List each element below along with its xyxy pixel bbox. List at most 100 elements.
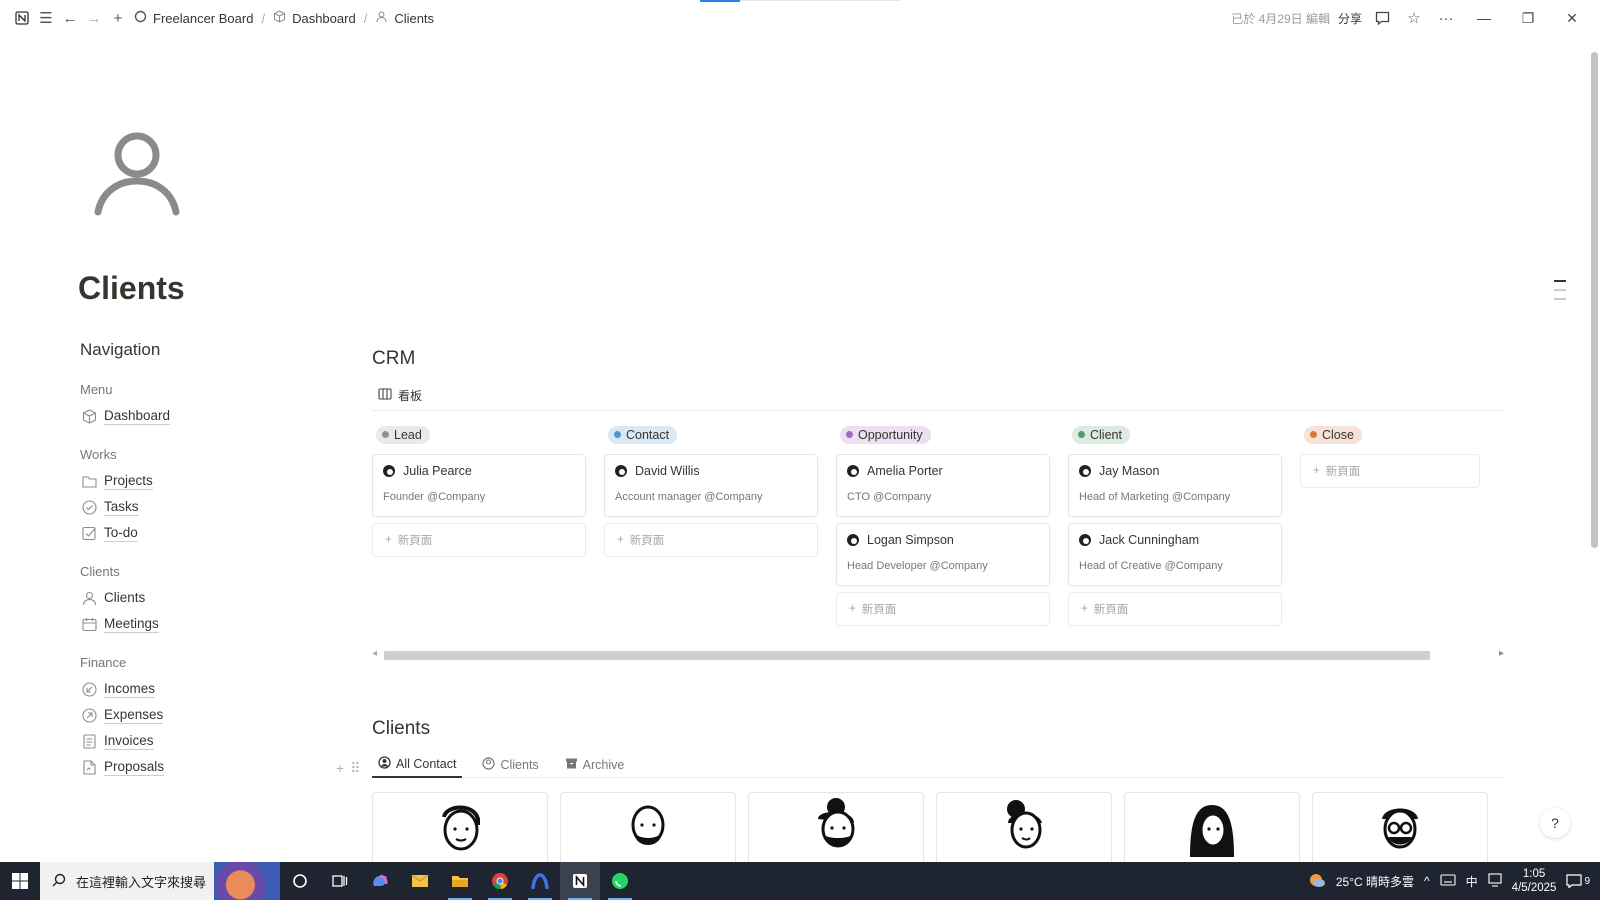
loading-track	[740, 0, 900, 1]
breadcrumb-separator: /	[363, 10, 368, 26]
nav-item-proposals[interactable]: Proposals	[80, 754, 300, 780]
task-view-icon[interactable]	[320, 862, 360, 900]
client-card[interactable]: Jack Cunningham Head of Creative @Compan…	[1068, 522, 1282, 586]
menu-icon[interactable]: ☰	[34, 6, 58, 30]
avatar	[383, 464, 395, 477]
column-opportunity: Opportunity Amelia Porter CTO @Company L…	[836, 425, 1050, 626]
nav-item-meetings[interactable]: Meetings	[80, 611, 300, 637]
client-card[interactable]: Jay Mason Head of Marketing @Company	[1068, 453, 1282, 517]
clock-time: 1:05	[1522, 868, 1546, 880]
board-view-tab[interactable]: 看板	[372, 386, 1506, 404]
board-horizontal-scrollbar[interactable]: ◂ ▸	[372, 648, 1506, 662]
weather-text[interactable]: 25°C 晴時多雲	[1336, 873, 1414, 890]
status-tag-lead[interactable]: Lead	[376, 425, 430, 444]
status-tag-close[interactable]: Close	[1304, 425, 1362, 444]
minimize-icon[interactable]: —	[1466, 10, 1502, 26]
nav-item-incomes[interactable]: Incomes	[80, 676, 300, 702]
notion-logo-icon[interactable]	[10, 6, 34, 30]
back-arrow-icon[interactable]: ←	[58, 6, 82, 30]
crm-title[interactable]: CRM	[372, 348, 1506, 370]
weather-icon[interactable]	[1308, 872, 1326, 891]
folder-icon	[80, 472, 98, 490]
tab-clients[interactable]: Clients	[476, 752, 544, 778]
drag-handle-icon[interactable]: ⠿	[350, 760, 360, 777]
clients-db-title[interactable]: Clients	[372, 718, 1506, 740]
last-edited-text: 已於 4月29日 編輯	[1231, 11, 1330, 26]
page-person-icon[interactable]	[92, 130, 182, 220]
top-bar: ☰ ← → + Freelancer Board / Dashboard / C…	[0, 0, 1600, 36]
avatar-illustration	[1007, 800, 1042, 849]
forward-arrow-icon[interactable]: →	[82, 6, 106, 30]
scrollbar-thumb[interactable]	[1591, 52, 1598, 548]
new-page-button[interactable]: + 新頁面	[1068, 591, 1282, 626]
copilot-icon[interactable]	[360, 862, 400, 900]
breadcrumb-dashboard[interactable]: Dashboard	[292, 11, 356, 26]
whatsapp-icon[interactable]	[600, 862, 640, 900]
comment-icon[interactable]	[1370, 6, 1394, 30]
windows-start-icon[interactable]	[0, 862, 40, 900]
scroll-right-icon[interactable]: ▸	[1499, 648, 1504, 659]
status-tag-client[interactable]: Client	[1072, 425, 1130, 444]
nav-item-tasks[interactable]: Tasks	[80, 494, 300, 520]
tab-archive[interactable]: Archive	[559, 752, 631, 778]
avatar-illustration	[1190, 805, 1234, 857]
restore-icon[interactable]: ❐	[1510, 10, 1546, 27]
table-of-contents[interactable]	[1554, 280, 1566, 300]
page-title[interactable]: Clients	[78, 270, 185, 307]
add-block-icon[interactable]: +	[336, 760, 344, 777]
scroll-left-icon[interactable]: ◂	[372, 648, 377, 659]
new-page-button[interactable]: + 新頁面	[604, 522, 818, 557]
nav-item-invoices[interactable]: Invoices	[80, 728, 300, 754]
new-page-button[interactable]: + 新頁面	[1300, 453, 1480, 488]
nav-item-projects[interactable]: Projects	[80, 468, 300, 494]
client-card[interactable]: David Willis Account manager @Company	[604, 453, 818, 517]
ime-indicator[interactable]: 中	[1466, 873, 1478, 890]
star-icon[interactable]: ☆	[1402, 6, 1426, 30]
nav-item-expenses[interactable]: Expenses	[80, 702, 300, 728]
new-page-button[interactable]: + 新頁面	[372, 522, 586, 557]
notion-app-icon[interactable]	[560, 862, 600, 900]
chevron-up-icon[interactable]: ^	[1424, 874, 1430, 888]
breadcrumb-clients[interactable]: Clients	[394, 11, 434, 26]
keyboard-icon[interactable]	[1440, 873, 1456, 889]
breadcrumb: Freelancer Board / Dashboard / Clients	[130, 10, 438, 26]
mail-app-icon[interactable]	[400, 862, 440, 900]
close-icon[interactable]: ✕	[1554, 10, 1590, 27]
nav-item-clients[interactable]: Clients	[80, 585, 300, 611]
plus-icon: +	[617, 533, 624, 546]
file-explorer-icon[interactable]	[440, 862, 480, 900]
taskbar-clock[interactable]: 1:05 4/5/2025	[1512, 867, 1557, 895]
client-card[interactable]: Logan Simpson Head Developer @Company	[836, 522, 1050, 586]
navigation-panel: Navigation Menu Dashboard Works Projects…	[80, 340, 300, 780]
new-page-button[interactable]: + 新頁面	[836, 591, 1050, 626]
column-lead: Lead Julia Pearce Founder @Company + 新頁面	[372, 425, 586, 626]
arc-browser-icon[interactable]	[520, 862, 560, 900]
archive-icon	[565, 757, 578, 773]
help-button[interactable]: ?	[1540, 808, 1570, 838]
client-card[interactable]: Amelia Porter CTO @Company	[836, 453, 1050, 517]
share-button[interactable]: 分享	[1338, 10, 1362, 27]
nav-item-dashboard[interactable]: Dashboard	[80, 403, 300, 429]
person-circle-icon	[482, 757, 496, 773]
avatar	[847, 533, 859, 546]
clock-date: 4/5/2025	[1511, 882, 1557, 894]
notification-icon[interactable]: 9	[1566, 874, 1590, 888]
column-client: Client Jay Mason Head of Marketing @Comp…	[1068, 425, 1282, 626]
person-icon	[375, 10, 388, 26]
tab-all-contact[interactable]: All Contact	[372, 752, 463, 778]
scrollbar-thumb[interactable]	[384, 650, 1430, 660]
breadcrumb-freelancer-board[interactable]: Freelancer Board	[153, 11, 253, 26]
status-tag-opportunity[interactable]: Opportunity	[840, 425, 931, 444]
more-icon[interactable]: ···	[1434, 6, 1458, 30]
chrome-icon[interactable]	[480, 862, 520, 900]
taskbar-search-input[interactable]: 在這裡輸入文字來搜尋	[40, 862, 280, 900]
client-card[interactable]: Julia Pearce Founder @Company	[372, 453, 586, 517]
cortana-icon[interactable]	[280, 862, 320, 900]
network-icon[interactable]	[1488, 872, 1502, 890]
nav-item-todo[interactable]: To-do	[80, 520, 300, 546]
plus-icon: +	[849, 602, 856, 615]
page-scrollbar[interactable]	[1590, 44, 1600, 548]
new-page-plus-icon[interactable]: +	[106, 6, 130, 30]
status-tag-contact[interactable]: Contact	[608, 425, 678, 444]
nav-group-menu: Menu	[80, 382, 113, 397]
